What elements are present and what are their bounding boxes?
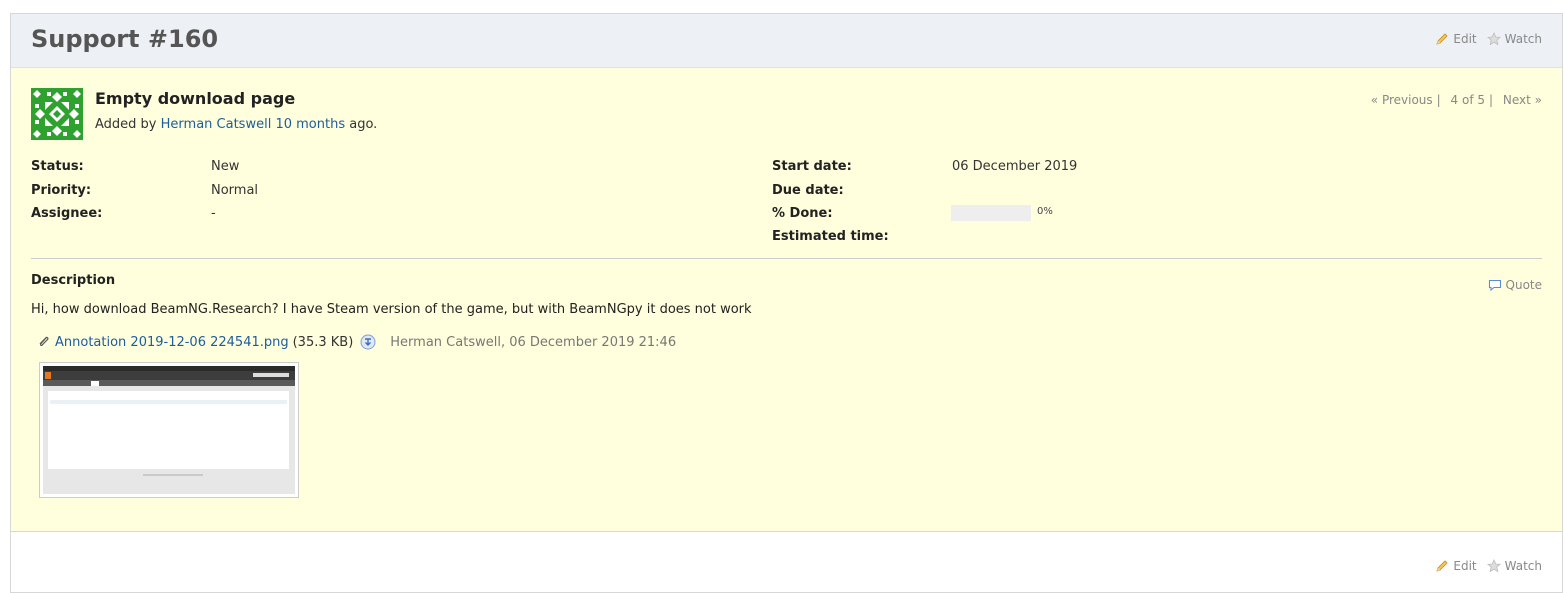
issue-frame: Support #160 Edit Watch Empty download p…	[10, 13, 1563, 593]
estimated-time-label: Estimated time:	[772, 229, 889, 244]
attachment-thumbnail[interactable]	[39, 362, 299, 498]
issue-navigation: « Previous | 4 of 5 | Next »	[1370, 93, 1542, 107]
thumb-search	[253, 373, 289, 377]
next-link[interactable]: Next »	[1503, 93, 1542, 107]
start-date-value: 06 December 2019	[952, 159, 1078, 174]
thumb-logo	[45, 372, 51, 379]
edit-button[interactable]: Edit	[1435, 32, 1477, 46]
download-icon[interactable]	[360, 334, 376, 350]
pencil-icon	[1436, 33, 1448, 45]
done-percent: 0%	[1037, 206, 1053, 217]
start-date-label: Start date:	[772, 159, 852, 174]
status-value: New	[211, 159, 240, 174]
watch-label: Watch	[1504, 32, 1542, 46]
footer-watch-label: Watch	[1504, 559, 1542, 573]
done-progress-bar	[951, 205, 1031, 221]
thumb-footer	[143, 474, 203, 476]
comment-icon	[1488, 279, 1501, 292]
avatar	[31, 88, 83, 140]
quote-button[interactable]: Quote	[1488, 278, 1542, 292]
pencil-icon	[1436, 560, 1448, 572]
edit-label: Edit	[1453, 32, 1477, 46]
footer-edit-button[interactable]: Edit	[1435, 559, 1477, 573]
assignee-label: Assignee:	[31, 206, 103, 221]
attachment-row: Annotation 2019-12-06 224541.png (35.3 K…	[37, 334, 676, 350]
footer-watch-button[interactable]: Watch	[1486, 559, 1542, 573]
age-suffix: ago.	[349, 117, 378, 132]
issue-position: 4 of 5	[1450, 93, 1485, 107]
page-title: Support #160	[31, 25, 219, 53]
header-actions: Edit Watch	[1435, 32, 1542, 46]
footer-edit-label: Edit	[1453, 559, 1477, 573]
thumb-table-header	[50, 400, 287, 404]
issue-details: Empty download page Added by Herman Cats…	[11, 68, 1562, 532]
priority-label: Priority:	[31, 183, 92, 198]
description-text: Hi, how download BeamNG.Research? I have…	[31, 302, 752, 317]
watch-button[interactable]: Watch	[1486, 32, 1542, 46]
issue-header: Support #160 Edit Watch	[11, 14, 1562, 68]
priority-value: Normal	[211, 183, 259, 198]
quote-label: Quote	[1505, 278, 1542, 292]
attachment-meta: Herman Catswell, 06 December 2019 21:46	[390, 334, 677, 350]
divider	[31, 258, 1542, 259]
quote-action: Quote	[1488, 278, 1542, 295]
status-label: Status:	[31, 159, 84, 174]
thumb-active-tab	[91, 381, 99, 386]
done-label: % Done:	[772, 206, 833, 221]
previous-link[interactable]: « Previous	[1371, 93, 1433, 107]
age-link[interactable]: 10 months	[275, 117, 345, 132]
attachment-link[interactable]: Annotation 2019-12-06 224541.png	[55, 335, 289, 350]
description-title: Description	[31, 273, 116, 288]
assignee-value: -	[211, 206, 216, 221]
star-icon	[1486, 32, 1501, 46]
issue-author-line: Added by Herman Catswell 10 months ago.	[95, 117, 377, 132]
due-date-label: Due date:	[772, 183, 844, 198]
thumb-menubar	[43, 380, 295, 386]
thumbnail-image	[43, 366, 295, 494]
added-by-prefix: Added by	[95, 117, 157, 132]
paperclip-icon	[39, 336, 49, 347]
attachment-size: (35.3 KB)	[292, 334, 354, 350]
issue-subject: Empty download page	[95, 89, 296, 108]
author-link[interactable]: Herman Catswell	[161, 117, 272, 132]
star-icon	[1486, 559, 1501, 573]
footer-actions: Edit Watch	[1435, 559, 1542, 573]
